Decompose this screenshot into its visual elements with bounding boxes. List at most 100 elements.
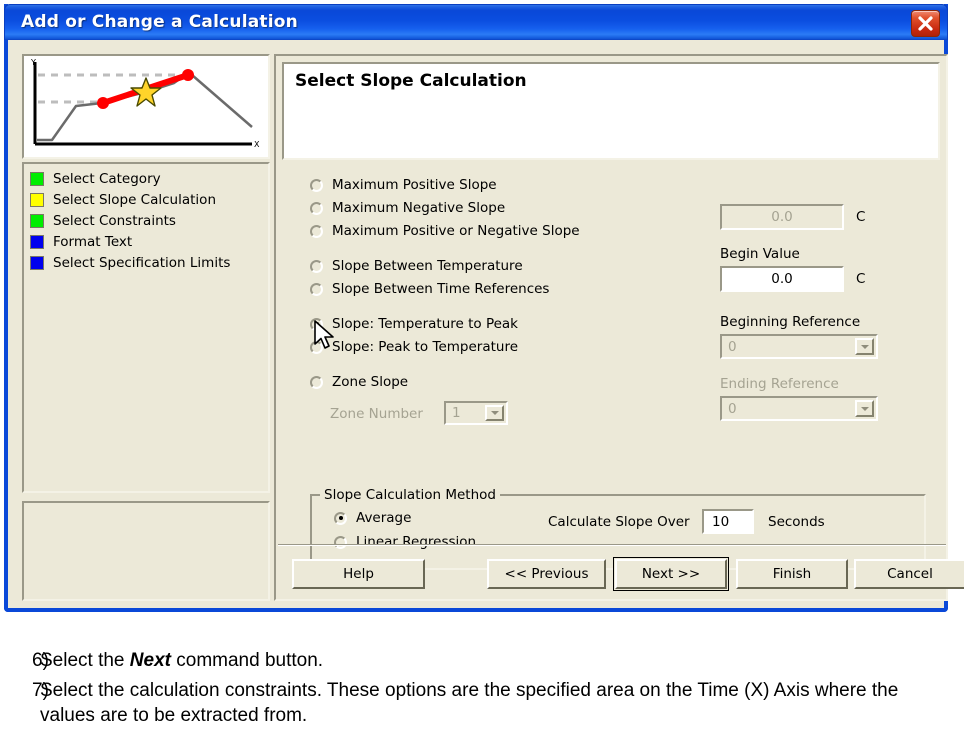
instruction-number: 7) [32,680,49,701]
radio-slope-peak-to-temperature[interactable]: Slope: Peak to Temperature [310,339,518,355]
next-button-label: Next >> [641,566,701,582]
radio-maximum-positive-or-negative-slope[interactable]: Maximum Positive or Negative Slope [310,223,580,239]
svg-text:Y: Y [30,58,36,67]
radio-icon[interactable] [310,259,323,273]
step-item[interactable]: Format Text [30,231,268,252]
close-icon [918,16,933,31]
page-title: Select Slope Calculation [295,71,527,91]
calculate-slope-over-unit: Seconds [768,514,825,530]
begin-value-label: Begin Value [720,246,800,262]
radio-label: Linear Regression [356,534,477,550]
profile-preview-thumbnail: Y X [22,54,270,159]
radio-icon[interactable] [334,535,347,549]
group-title: Slope Calculation Method [320,487,500,503]
radio-slope-between-temperature[interactable]: Slope Between Temperature [310,258,523,274]
chevron-down-icon[interactable] [855,400,874,417]
chevron-down-icon[interactable] [855,338,874,355]
radio-slope-temperature-to-peak[interactable]: Slope: Temperature to Peak [310,316,518,332]
step-label: Format Text [53,233,133,250]
radio-label: Maximum Positive or Negative Slope [332,223,580,239]
radio-label: Slope Between Temperature [332,258,523,274]
beginning-reference-value: 0 [728,338,737,355]
previous-button[interactable]: << Previous [487,559,606,589]
beginning-reference-combo[interactable]: 0 [720,334,878,359]
begin-value-text: 0.0 [771,271,793,287]
step-item[interactable]: Select Slope Calculation [30,189,268,210]
radio-label: Maximum Positive Slope [332,177,497,193]
step-item[interactable]: Select Category [30,168,268,189]
radio-label: Slope: Peak to Temperature [332,339,519,355]
radio-label: Maximum Negative Slope [332,200,506,216]
panel-header-box: Select Slope Calculation [282,62,940,160]
end-value-text: 0.0 [771,209,793,225]
end-value-unit: C [856,209,866,225]
step-item[interactable]: Select Specification Limits [30,252,268,273]
step-label: Select Constraints [53,212,176,229]
main-panel: Select Slope Calculation Maximum Positiv… [274,54,964,601]
radio-label: Slope Between Time References [332,281,550,297]
zone-number-label: Zone Number [330,406,423,422]
begin-value-unit: C [856,271,866,287]
zone-number-combo[interactable]: 1 [444,401,508,425]
step-label: Select Slope Calculation [53,191,216,208]
step-label: Select Specification Limits [53,254,231,271]
previous-button-label: << Previous [504,566,589,582]
end-value-field[interactable]: 0.0 [720,204,844,230]
radio-label: Slope: Temperature to Peak [332,316,519,332]
step-status-swatch [30,171,44,186]
instruction-item: 7) Select the calculation constraints. T… [0,678,964,728]
radio-slope-between-time-references[interactable]: Slope Between Time References [310,281,549,297]
radio-zone-slope[interactable]: Zone Slope [310,374,408,390]
instruction-text: Select the Next command button. [40,648,964,673]
radio-average[interactable]: Average [334,510,411,526]
radio-icon[interactable] [310,375,323,389]
instruction-number: 6) [32,650,49,671]
beginning-reference-label: Beginning Reference [720,314,861,330]
ending-reference-label: Ending Reference [720,376,839,392]
begin-value-field[interactable]: 0.0 [720,266,844,292]
sidebar-empty-panel [22,501,270,601]
calculate-slope-over-field[interactable]: 10 [702,509,754,534]
radio-label: Zone Slope [332,374,409,390]
radio-icon[interactable] [310,317,323,331]
svg-text:X: X [254,140,260,149]
radio-maximum-negative-slope[interactable]: Maximum Negative Slope [310,200,505,216]
wizard-steps-list[interactable]: Select Category Select Slope Calculation… [22,162,270,493]
radio-icon[interactable] [334,511,347,525]
add-or-change-calculation-dialog: Y X Select Category Select Slope Calcula… [4,4,964,612]
help-button[interactable]: Help [292,559,425,589]
ending-reference-combo[interactable]: 0 [720,396,878,421]
radio-label: Average [356,510,412,526]
step-status-swatch [30,192,44,207]
radio-linear-regression[interactable]: Linear Regression [334,534,476,550]
radio-icon[interactable] [310,201,323,215]
instruction-text-post: command button. [170,650,324,671]
radio-icon[interactable] [310,224,323,238]
calculate-slope-over-value: 10 [712,513,730,530]
instruction-text: Select the calculation constraints. Thes… [40,680,899,726]
instructions-block: 6) Select the Next command button. 7) Se… [0,648,964,733]
radio-icon[interactable] [310,340,323,354]
instruction-text-pre: Select the [40,650,130,671]
window-titlebar[interactable]: Add or Change a Calculation [4,4,948,40]
step-status-swatch [30,234,44,249]
finish-button-label: Finish [772,566,812,582]
chevron-down-icon[interactable] [485,405,504,421]
cancel-button-label: Cancel [887,566,933,582]
profile-preview-svg: Y X [24,56,268,157]
ending-reference-value: 0 [728,400,737,417]
instruction-text-emphasis: Next [129,650,171,671]
instruction-item: 6) Select the Next command button. [0,648,964,673]
cancel-button[interactable]: Cancel [854,559,964,589]
finish-button[interactable]: Finish [736,559,848,589]
help-button-label: Help [343,566,374,582]
close-button[interactable] [911,10,940,37]
calculate-slope-over-label: Calculate Slope Over [548,514,690,530]
radio-icon[interactable] [310,282,323,296]
step-label: Select Category [53,170,161,187]
step-item[interactable]: Select Constraints [30,210,268,231]
radio-maximum-positive-slope[interactable]: Maximum Positive Slope [310,177,497,193]
step-status-swatch [30,213,44,228]
next-button[interactable]: Next >> [613,557,729,591]
radio-icon[interactable] [310,178,323,192]
